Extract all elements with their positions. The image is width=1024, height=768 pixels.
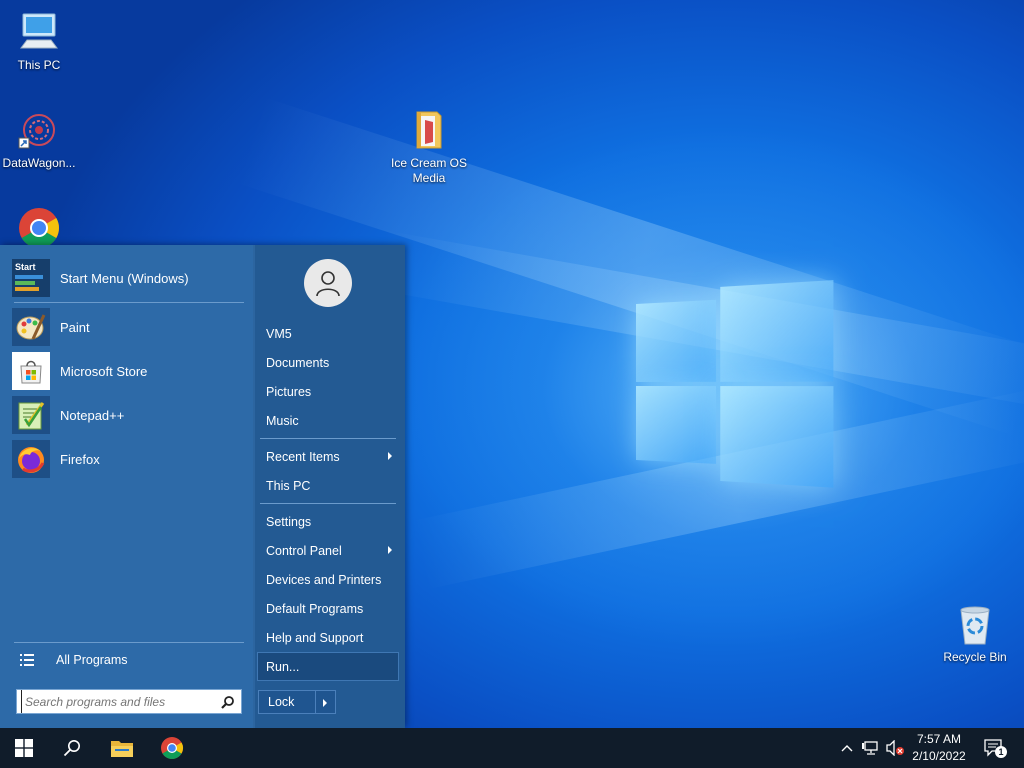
clock-date: 2/10/2022: [912, 749, 966, 763]
program-paint[interactable]: Paint: [12, 307, 248, 347]
notepadpp-icon: [12, 396, 50, 434]
notification-badge: 1: [995, 746, 1007, 758]
start-icon-text: Start: [15, 262, 36, 272]
program-label: Paint: [60, 319, 90, 335]
chevron-up-icon: [841, 745, 853, 752]
program-firefox[interactable]: Firefox: [12, 439, 248, 479]
store-icon: [12, 352, 50, 390]
logo-pane: [720, 280, 834, 382]
desktop-icon-label: DataWagon...: [2, 156, 76, 170]
network-icon: [862, 741, 878, 755]
chevron-right-icon: [323, 699, 327, 707]
start-button[interactable]: [1, 728, 47, 768]
right-item-label: This PC: [266, 478, 311, 493]
right-item-label: Settings: [266, 514, 312, 529]
divider: [14, 642, 244, 643]
lock-options-button[interactable]: [316, 690, 336, 714]
all-programs-button[interactable]: All Programs: [14, 648, 244, 672]
firefox-icon: [12, 440, 50, 478]
program-notepadpp[interactable]: Notepad++: [12, 395, 248, 435]
desktop-icon-label: Recycle Bin: [943, 650, 1007, 664]
right-item-run[interactable]: Run...: [257, 652, 399, 681]
desktop-icon-recycle-bin[interactable]: Recycle Bin: [936, 602, 1014, 665]
right-item-help-support[interactable]: Help and Support: [258, 624, 398, 651]
clock-time: 7:57 AM: [916, 732, 962, 746]
lock-button[interactable]: Lock: [258, 690, 316, 714]
recycle-bin-icon: [960, 606, 990, 645]
user-icon: [316, 271, 340, 297]
submenu-arrow-icon: [388, 546, 392, 554]
right-item-this-pc[interactable]: This PC: [258, 472, 398, 499]
right-item-label: VM5: [266, 326, 292, 341]
speaker-muted-icon: [886, 740, 904, 756]
folder-icon: [416, 111, 442, 149]
desktop-icon-datawagon[interactable]: DataWagon...: [0, 108, 78, 171]
divider: [260, 438, 396, 439]
program-label: Firefox: [60, 451, 100, 467]
volume-status[interactable]: [885, 738, 905, 758]
taskbar-search-button[interactable]: [49, 728, 95, 768]
taskbar-clock[interactable]: 7:57 AM 2/10/2022: [908, 731, 970, 765]
program-start-menu-windows[interactable]: Start Start Menu (Windows): [12, 258, 248, 298]
desktop-icon-ice-cream-os-media[interactable]: Ice Cream OS Media: [390, 108, 468, 186]
right-item-user[interactable]: VM5: [258, 320, 398, 347]
paint-icon: [12, 308, 50, 346]
submenu-arrow-icon: [388, 452, 392, 460]
chrome-icon: [19, 208, 59, 248]
computer-icon: [20, 13, 58, 49]
file-explorer-icon: [111, 741, 133, 757]
action-center-button[interactable]: 1: [982, 738, 1007, 758]
right-item-music[interactable]: Music: [258, 407, 398, 434]
right-item-label: Pictures: [266, 384, 312, 399]
divider: [260, 503, 396, 504]
right-item-default-programs[interactable]: Default Programs: [258, 595, 398, 622]
right-item-label: Default Programs: [266, 601, 364, 616]
logo-pane: [636, 386, 717, 464]
right-item-settings[interactable]: Settings: [258, 508, 398, 535]
network-status[interactable]: [861, 738, 881, 758]
program-microsoft-store[interactable]: Microsoft Store: [12, 351, 248, 391]
taskbar-file-explorer[interactable]: [99, 728, 145, 768]
windows-logo-wallpaper: [636, 278, 836, 493]
desktop-icon-this-pc[interactable]: This PC: [0, 10, 78, 73]
chrome-icon: [161, 737, 183, 759]
desktop-icon-label: This PC: [17, 58, 61, 72]
right-item-devices-printers[interactable]: Devices and Printers: [258, 566, 398, 593]
show-hidden-icons[interactable]: [837, 738, 857, 758]
right-item-pictures[interactable]: Pictures: [258, 378, 398, 405]
right-item-label: Music: [266, 413, 299, 428]
search-icon: [63, 740, 80, 757]
right-item-label: Devices and Printers: [266, 572, 382, 587]
search-icon[interactable]: [221, 695, 235, 709]
taskbar-chrome[interactable]: [149, 728, 195, 768]
right-item-label: Recent Items: [266, 449, 340, 464]
list-icon: [20, 654, 34, 666]
datawagon-icon: [18, 114, 55, 149]
divider: [14, 302, 244, 303]
program-label: Start Menu (Windows): [60, 270, 189, 286]
logo-pane: [636, 299, 717, 382]
right-item-label: Documents: [266, 355, 330, 370]
right-item-recent-items[interactable]: Recent Items: [258, 443, 398, 470]
windows-start-icon: [15, 739, 33, 757]
right-item-label: Help and Support: [266, 630, 364, 645]
logo-pane: [720, 386, 834, 488]
lock-label: Lock: [268, 695, 295, 709]
right-item-control-panel[interactable]: Control Panel: [258, 537, 398, 564]
start-menu-icon: Start: [12, 259, 50, 297]
right-item-label: Control Panel: [266, 543, 342, 558]
program-label: Notepad++: [60, 407, 125, 423]
desktop-icon-label: Ice Cream OS Media: [390, 156, 468, 185]
search-input[interactable]: [21, 690, 221, 713]
user-avatar[interactable]: [304, 259, 352, 307]
search-box[interactable]: [16, 689, 242, 714]
right-item-documents[interactable]: Documents: [258, 349, 398, 376]
all-programs-label: All Programs: [56, 653, 128, 667]
taskbar: 7:57 AM 2/10/2022 1: [0, 728, 1024, 768]
right-item-label: Run...: [266, 659, 300, 674]
program-label: Microsoft Store: [60, 363, 148, 379]
